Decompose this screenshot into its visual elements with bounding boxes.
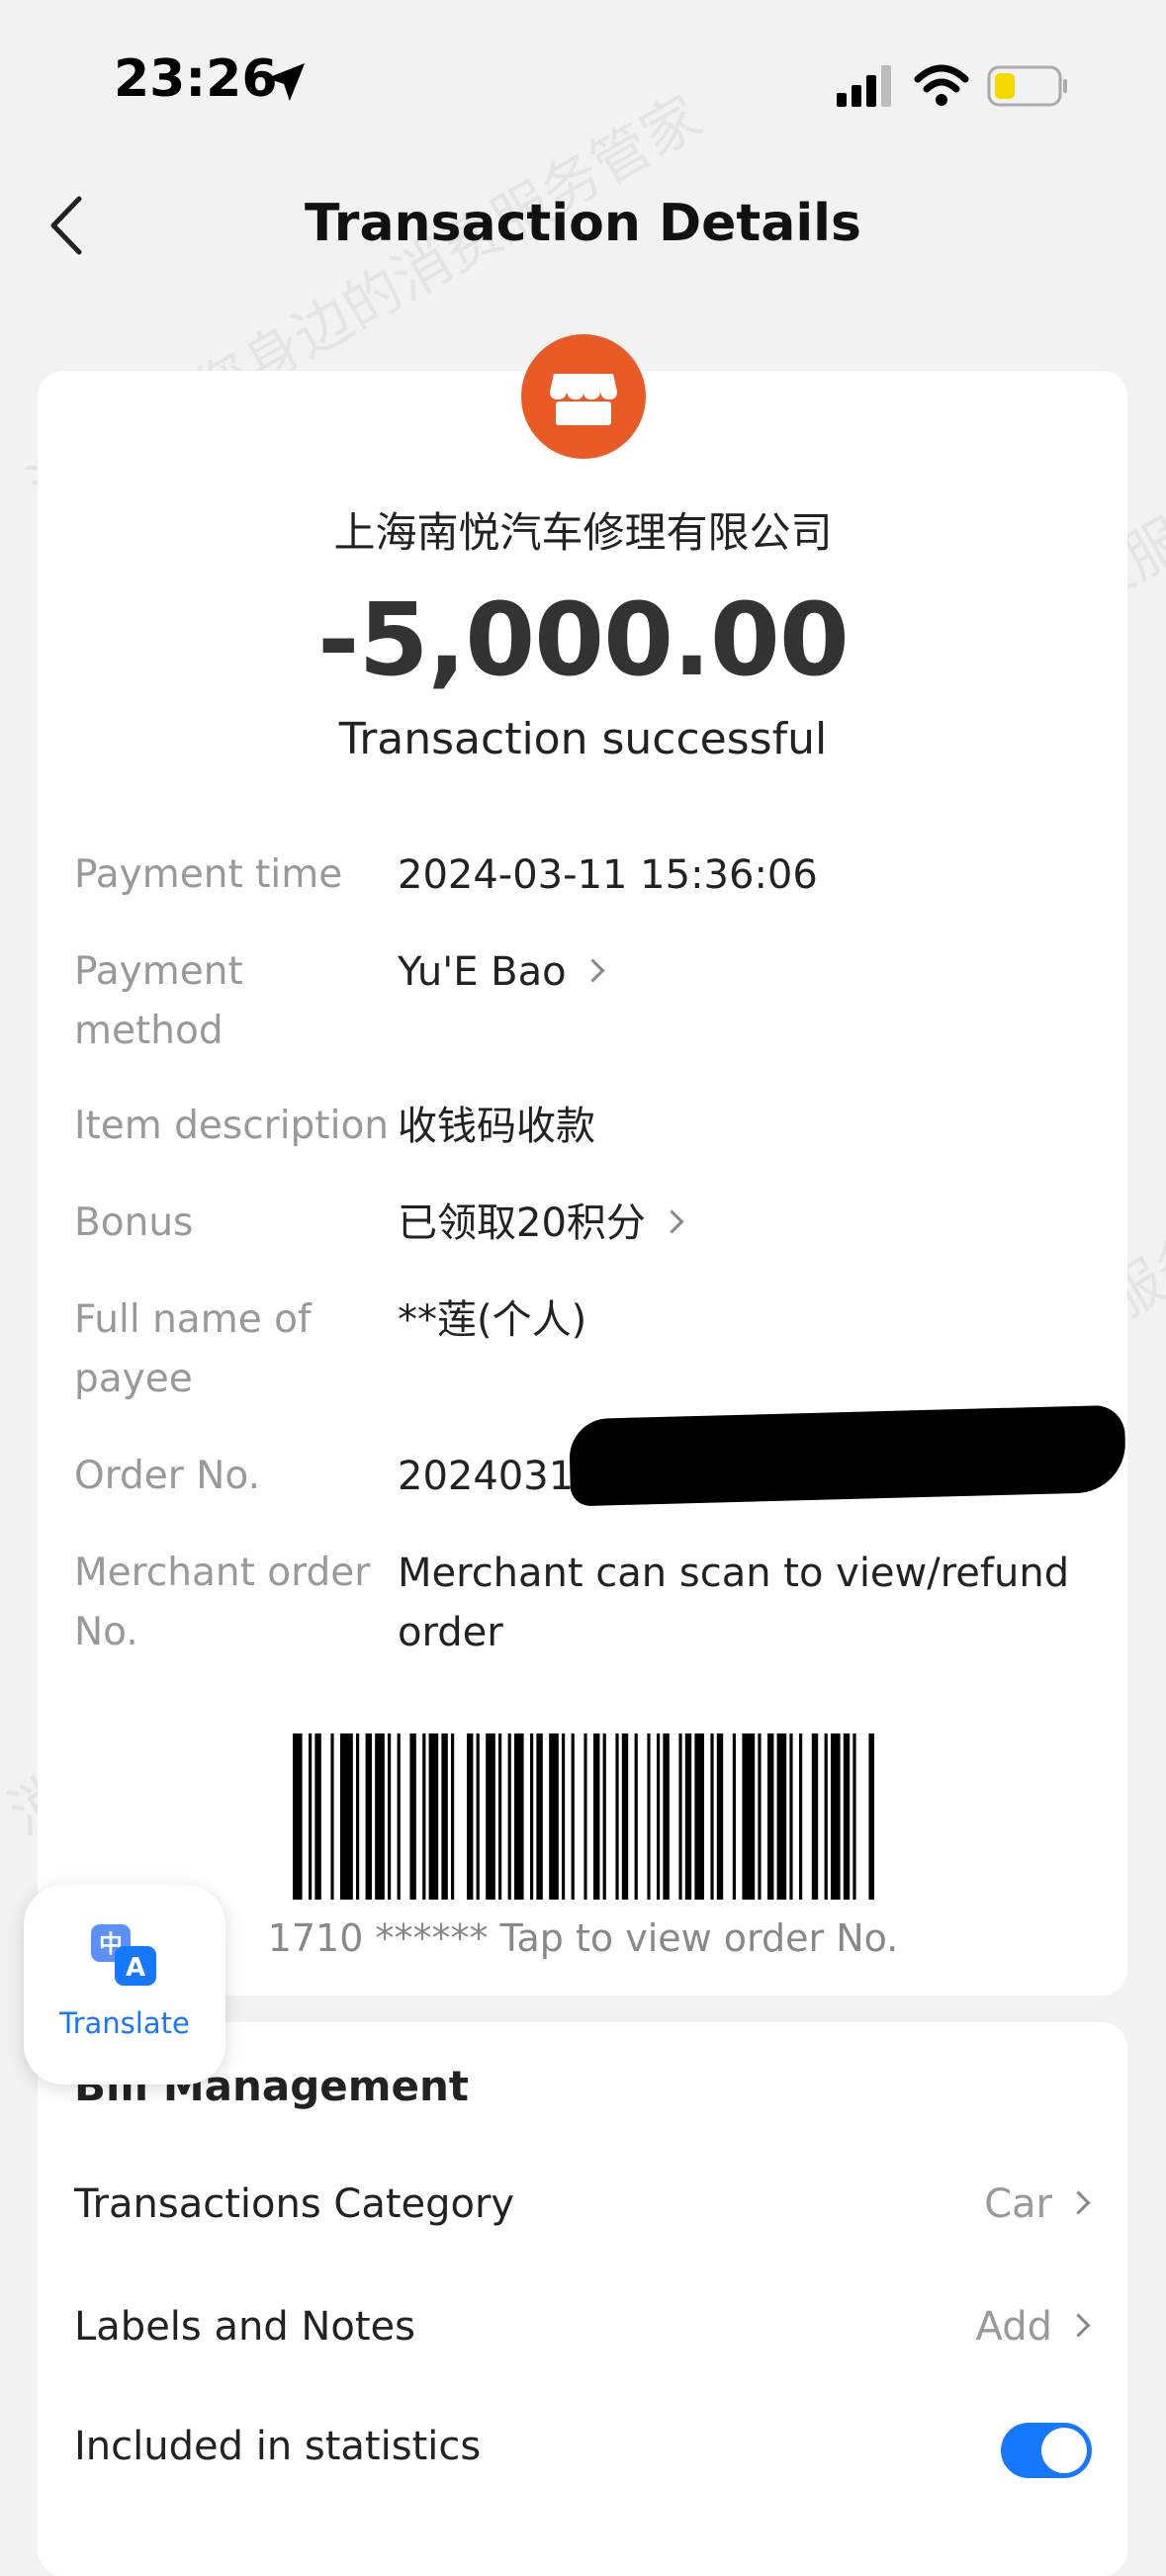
barcode-bar	[742, 1733, 756, 1900]
translate-button[interactable]: 中 A Translate	[24, 1885, 225, 2085]
order-number-label: Order No.	[74, 1454, 260, 1498]
wifi-icon	[914, 64, 969, 106]
barcode-bar	[583, 1733, 587, 1900]
barcode-bar	[657, 1733, 661, 1900]
barcode-bar	[571, 1733, 575, 1900]
barcode-bar	[767, 1733, 774, 1900]
barcode-bar	[732, 1733, 736, 1900]
bonus-label: Bonus	[74, 1200, 194, 1245]
barcode-bar	[314, 1733, 321, 1900]
barcode-bar	[441, 1733, 448, 1900]
merchant-order-value: Merchant can scan to view/refund order	[398, 1551, 1070, 1655]
transaction-status: Transaction successful	[338, 714, 828, 764]
payee-name-label: Full name of payee	[74, 1297, 312, 1401]
item-description-label: Item description	[74, 1104, 390, 1148]
barcode-bar	[340, 1733, 353, 1900]
barcode-bar	[716, 1733, 724, 1900]
payee-name-value: **莲(个人)	[398, 1297, 587, 1343]
barcode-bar	[498, 1733, 502, 1900]
status-time: 23:26	[114, 49, 278, 109]
labels-notes-value[interactable]: Add	[975, 2304, 1091, 2350]
payment-method-text: Yu'E Bao	[398, 949, 567, 995]
barcode-bar	[428, 1733, 439, 1900]
barcode-bar	[615, 1733, 619, 1900]
barcode-bar	[694, 1733, 704, 1900]
item-description-value: 收钱码收款	[398, 1104, 595, 1149]
payment-method-label: Payment method	[74, 949, 243, 1053]
transactions-category-value[interactable]: Car	[984, 2181, 1091, 2227]
barcode-bar	[811, 1733, 819, 1900]
payment-time-label: Payment time	[74, 852, 343, 897]
payment-method-value[interactable]: Yu'E Bao	[398, 942, 1090, 1002]
chevron-right-icon	[1066, 2189, 1091, 2215]
barcode-bar	[789, 1733, 793, 1900]
payment-time-value: 2024-03-11 15:36:06	[398, 852, 818, 898]
barcode-bar	[621, 1733, 629, 1900]
barcode-bar	[799, 1733, 803, 1900]
merchant-order-label: Merchant order No.	[74, 1551, 371, 1654]
barcode-bar	[843, 1733, 851, 1900]
statistics-toggle[interactable]	[1001, 2423, 1092, 2478]
barcode-bar	[476, 1733, 480, 1900]
labels-notes-label[interactable]: Labels and Notes	[74, 2304, 415, 2350]
barcode-bar	[467, 1733, 474, 1900]
cellular-signal-icon	[837, 65, 891, 107]
barcode-bar	[388, 1733, 392, 1900]
barcode-bar	[422, 1733, 426, 1900]
barcode-bar	[562, 1733, 566, 1900]
barcode-bar	[530, 1733, 534, 1900]
barcode-bar	[514, 1733, 524, 1900]
svg-text:A: A	[126, 1953, 145, 1983]
barcode-bar	[602, 1733, 606, 1900]
barcode-bar	[451, 1733, 455, 1900]
page-title: Transaction Details	[305, 194, 861, 253]
barcode-bar	[663, 1733, 670, 1900]
barcode-bar	[593, 1733, 600, 1900]
statistics-label: Included in statistics	[74, 2424, 482, 2469]
barcode-bar	[710, 1733, 714, 1900]
battery-icon	[987, 65, 1067, 107]
barcode-bar	[536, 1733, 543, 1900]
merchant-store-icon	[521, 334, 646, 459]
barcode-bar	[309, 1733, 313, 1900]
barcode-bar	[684, 1733, 692, 1900]
location-arrow-icon	[266, 62, 306, 102]
bonus-value[interactable]: 已领取20积分	[398, 1194, 1090, 1253]
barcode-bar	[330, 1733, 334, 1900]
translate-icon: 中 A	[91, 1924, 156, 1986]
merchant-name: 上海南悦汽车修理有限公司	[333, 508, 833, 557]
barcode-bar	[678, 1733, 682, 1900]
labels-value-text: Add	[975, 2304, 1052, 2350]
barcode-bar	[397, 1733, 401, 1900]
barcode-bar	[868, 1733, 874, 1900]
barcode-bar	[549, 1733, 559, 1900]
barcode-bar	[852, 1733, 856, 1900]
translate-label: Translate	[59, 2006, 190, 2040]
barcode-bar	[293, 1733, 303, 1900]
barcode-bar	[647, 1733, 651, 1900]
barcode-bar	[409, 1733, 416, 1900]
barcode-bar	[776, 1733, 787, 1900]
toggle-knob	[1041, 2428, 1087, 2473]
barcode-bar	[824, 1733, 828, 1900]
chevron-right-icon	[1066, 2312, 1091, 2338]
chevron-right-icon	[660, 1208, 684, 1234]
barcode-bar	[507, 1733, 511, 1900]
barcode-bar	[758, 1733, 762, 1900]
transactions-category-label[interactable]: Transactions Category	[74, 2181, 514, 2227]
redaction-mark	[568, 1404, 1127, 1507]
chevron-right-icon	[581, 957, 605, 983]
bonus-text: 已领取20积分	[398, 1200, 646, 1246]
barcode-bar	[365, 1733, 372, 1900]
category-value-text: Car	[984, 2181, 1052, 2227]
barcode-bar	[356, 1733, 360, 1900]
barcode-bar	[634, 1733, 638, 1900]
barcode-bar	[375, 1733, 385, 1900]
barcode-bar	[486, 1733, 495, 1900]
barcode[interactable]	[293, 1733, 874, 1900]
barcode-bar	[831, 1733, 841, 1900]
transaction-amount: -5,000.00	[317, 581, 850, 699]
